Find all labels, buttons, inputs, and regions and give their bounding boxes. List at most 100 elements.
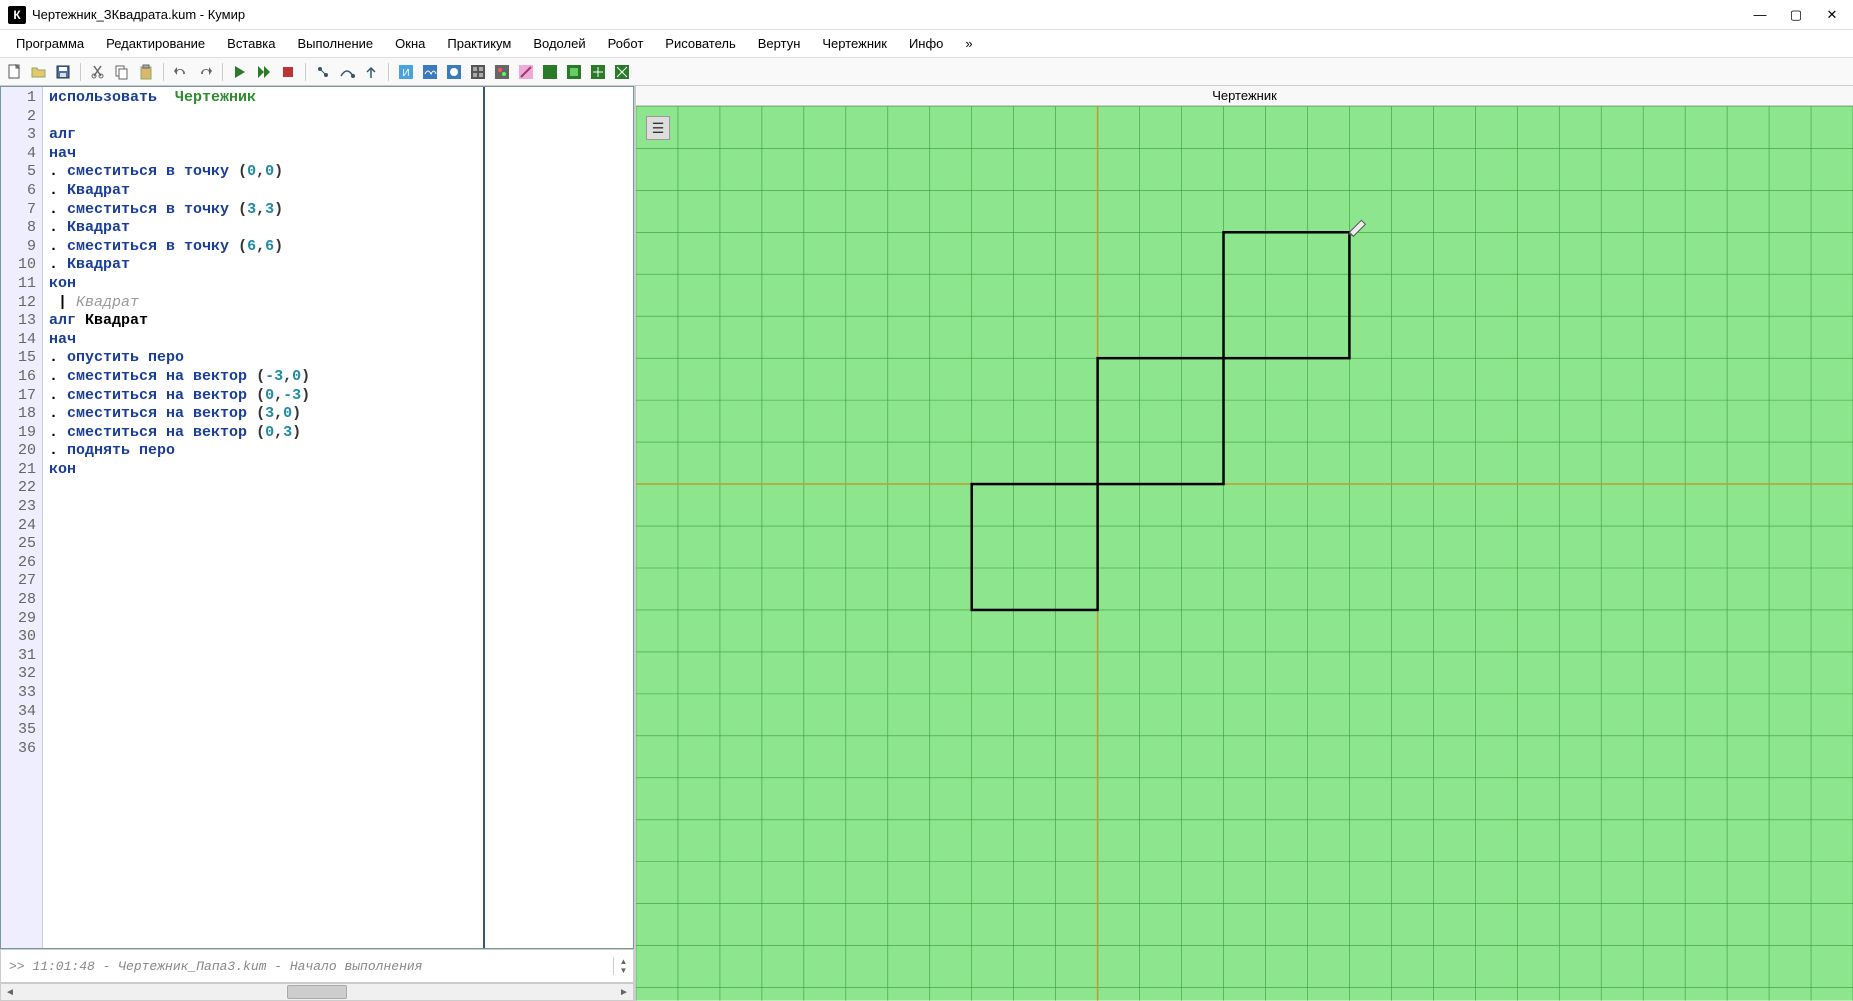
line-number: 15 — [1, 349, 42, 368]
code-line[interactable]: . сместиться на вектор (0,-3) — [49, 387, 479, 406]
maximize-button[interactable]: ▢ — [1789, 8, 1803, 22]
hamburger-icon: ☰ — [652, 120, 665, 137]
scroll-thumb[interactable] — [287, 985, 347, 999]
line-number: 3 — [1, 126, 42, 145]
console-up-icon[interactable]: ▲ — [614, 957, 633, 966]
actor8-button[interactable] — [563, 61, 585, 83]
actor3-button[interactable] — [443, 61, 465, 83]
code-line[interactable]: | Квадрат — [49, 294, 479, 313]
line-number: 9 — [1, 238, 42, 257]
line-number: 17 — [1, 387, 42, 406]
code-line[interactable]: . опустить перо — [49, 349, 479, 368]
code-line[interactable]: . Квадрат — [49, 182, 479, 201]
code-line[interactable] — [49, 108, 479, 127]
menu-item-3[interactable]: Выполнение — [287, 33, 383, 54]
minimize-button[interactable]: — — [1753, 8, 1767, 22]
close-button[interactable]: ✕ — [1825, 8, 1839, 22]
cut-button[interactable] — [87, 61, 109, 83]
scroll-left-icon[interactable]: ◄ — [1, 987, 19, 998]
save-button[interactable] — [52, 61, 74, 83]
code-line[interactable]: использовать Чертежник — [49, 89, 479, 108]
actor4-button[interactable] — [467, 61, 489, 83]
line-number: 33 — [1, 684, 42, 703]
code-line[interactable]: алг Квадрат — [49, 312, 479, 331]
window-title: Чертежник_ЗКвадрата.kum - Кумир — [32, 7, 245, 22]
console-down-icon[interactable]: ▼ — [614, 966, 633, 975]
code-line[interactable]: . сместиться в точку (0,0) — [49, 163, 479, 182]
code-line[interactable]: . поднять перо — [49, 442, 479, 461]
code-line[interactable]: кон — [49, 461, 479, 480]
menu-item-5[interactable]: Практикум — [437, 33, 521, 54]
drawer-canvas-wrap: ☰ — [636, 106, 1853, 1001]
code-line[interactable]: . сместиться на вектор (0,3) — [49, 424, 479, 443]
redo-button[interactable] — [194, 61, 216, 83]
run-blind-button[interactable] — [253, 61, 275, 83]
line-number: 27 — [1, 572, 42, 591]
code-line[interactable]: нач — [49, 331, 479, 350]
undo-button[interactable] — [170, 61, 192, 83]
actor9-button[interactable] — [587, 61, 609, 83]
drawer-canvas[interactable] — [636, 106, 1853, 1001]
new-button[interactable] — [4, 61, 26, 83]
scroll-track[interactable] — [19, 985, 615, 999]
line-number: 35 — [1, 721, 42, 740]
stop-button[interactable] — [277, 61, 299, 83]
step-button[interactable] — [312, 61, 334, 83]
copy-button[interactable] — [111, 61, 133, 83]
code-line[interactable]: нач — [49, 145, 479, 164]
code-line[interactable]: . сместиться в точку (3,3) — [49, 201, 479, 220]
svg-text:И: И — [402, 68, 409, 79]
actor1-button[interactable]: И — [395, 61, 417, 83]
menu-item-0[interactable]: Программа — [6, 33, 94, 54]
code-line[interactable]: . сместиться на вектор (3,0) — [49, 405, 479, 424]
code-line[interactable]: . Квадрат — [49, 219, 479, 238]
step-out-button[interactable] — [360, 61, 382, 83]
console-scroll[interactable]: ▲ ▼ — [613, 957, 633, 975]
code-line[interactable]: . Квадрат — [49, 256, 479, 275]
menu-item-12[interactable]: » — [955, 33, 982, 54]
hscrollbar[interactable]: ◄ ► — [0, 983, 634, 1001]
actor2-button[interactable] — [419, 61, 441, 83]
actor5-button[interactable] — [491, 61, 513, 83]
menu-item-9[interactable]: Вертун — [748, 33, 811, 54]
paste-button[interactable] — [135, 61, 157, 83]
menu-item-7[interactable]: Робот — [598, 33, 654, 54]
menu-item-4[interactable]: Окна — [385, 33, 435, 54]
menu-item-6[interactable]: Водолей — [523, 33, 595, 54]
titlebar: К Чертежник_ЗКвадрата.kum - Кумир — ▢ ✕ — [0, 0, 1853, 30]
open-button[interactable] — [28, 61, 50, 83]
actor7-button[interactable] — [539, 61, 561, 83]
line-number: 13 — [1, 312, 42, 331]
menu-item-2[interactable]: Вставка — [217, 33, 285, 54]
menu-item-11[interactable]: Инфо — [899, 33, 953, 54]
line-number: 4 — [1, 145, 42, 164]
menu-item-10[interactable]: Чертежник — [812, 33, 897, 54]
line-number: 5 — [1, 163, 42, 182]
line-number: 24 — [1, 517, 42, 536]
actor10-button[interactable] — [611, 61, 633, 83]
line-number: 12 — [1, 294, 42, 313]
step-over-button[interactable] — [336, 61, 358, 83]
editor[interactable]: 1234567891011121314151617181920212223242… — [0, 86, 634, 949]
code-line[interactable]: алг — [49, 126, 479, 145]
scroll-right-icon[interactable]: ► — [615, 987, 633, 998]
run-button[interactable] — [229, 61, 251, 83]
line-number: 32 — [1, 665, 42, 684]
line-number: 18 — [1, 405, 42, 424]
line-number: 34 — [1, 703, 42, 722]
drawer-menu-button[interactable]: ☰ — [646, 116, 670, 140]
app-icon: К — [8, 6, 26, 24]
separator — [80, 63, 81, 81]
code-line[interactable]: . сместиться в точку (6,6) — [49, 238, 479, 257]
line-number: 22 — [1, 479, 42, 498]
line-number: 30 — [1, 628, 42, 647]
code-line[interactable]: . сместиться на вектор (-3,0) — [49, 368, 479, 387]
code-line[interactable]: кон — [49, 275, 479, 294]
line-number: 8 — [1, 219, 42, 238]
code-area[interactable]: использовать Чертежникалгнач. сместиться… — [43, 87, 485, 948]
menu-item-1[interactable]: Редактирование — [96, 33, 215, 54]
main-area: 1234567891011121314151617181920212223242… — [0, 86, 1853, 1001]
menu-item-8[interactable]: Рисователь — [655, 33, 745, 54]
line-number: 20 — [1, 442, 42, 461]
actor6-button[interactable] — [515, 61, 537, 83]
